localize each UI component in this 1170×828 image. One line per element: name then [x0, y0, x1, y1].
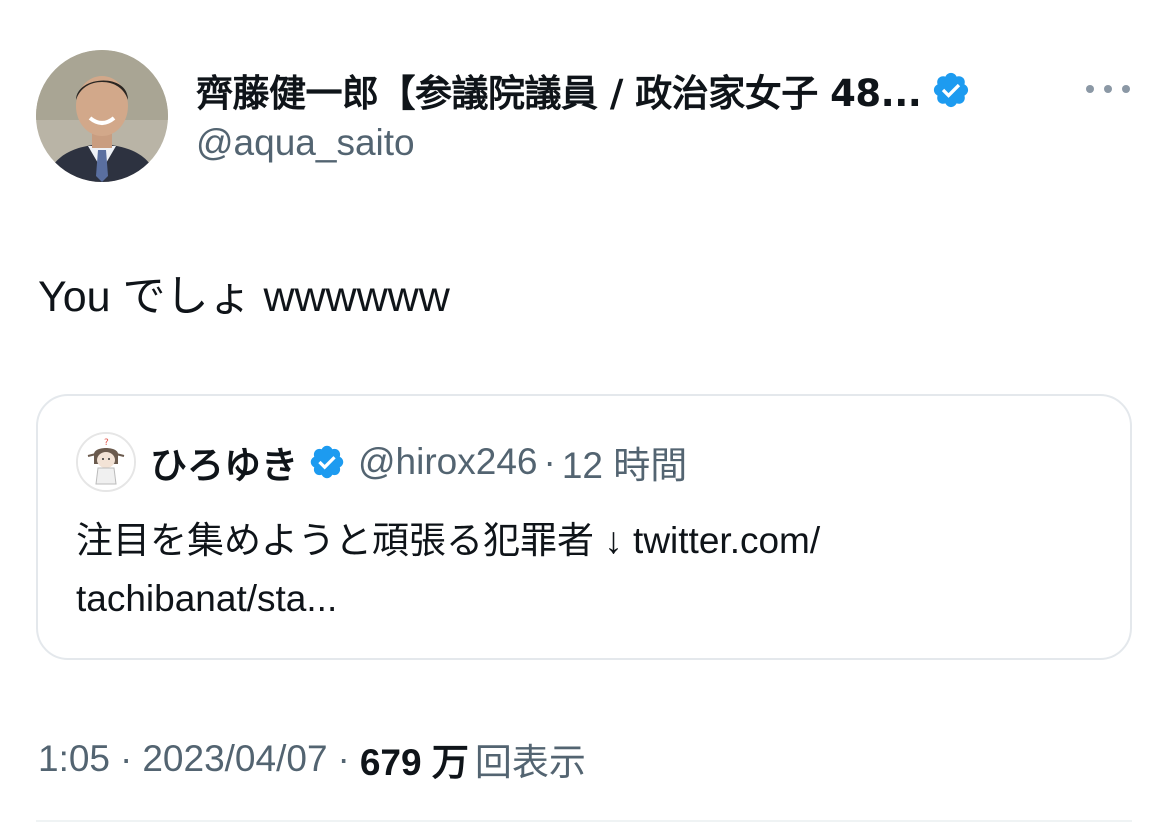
author-avatar[interactable]: [36, 50, 168, 182]
tweet-time[interactable]: 1:05: [38, 738, 110, 780]
quoted-display-name[interactable]: ひろゆき: [150, 435, 298, 489]
quoted-text-line: tachibanat/sta...: [76, 578, 338, 619]
more-dots-icon[interactable]: [1086, 76, 1130, 102]
more-dot: [1122, 85, 1130, 93]
author-display-name[interactable]: 齊藤健一郎【参議院議員 / 政治家女子 48...: [196, 63, 922, 117]
views-count[interactable]: 679 万: [360, 732, 469, 786]
author-name-row: 齊藤健一郎【参議院議員 / 政治家女子 48...: [196, 63, 971, 117]
tweet-date[interactable]: 2023/04/07: [142, 738, 327, 780]
more-dot: [1104, 85, 1112, 93]
svg-text:?: ?: [104, 438, 109, 448]
verified-badge-icon: [308, 443, 346, 481]
meta-separator: ·: [337, 738, 350, 779]
divider: [36, 820, 1132, 822]
quoted-text-line: 注目を集めようと頑張る犯罪者 ↓ twitter.com/: [76, 520, 821, 561]
meta-separator: ·: [120, 738, 133, 779]
quoted-separator: ·: [543, 441, 556, 482]
quoted-timestamp[interactable]: 12 時間: [562, 435, 687, 489]
quoted-author-avatar[interactable]: ?: [76, 432, 136, 492]
quoted-tweet-text: 注目を集めようと頑張る犯罪者 ↓ twitter.com/ tachibanat…: [76, 512, 1076, 628]
author-handle[interactable]: @aqua_saito: [196, 122, 415, 164]
avatar-photo: [36, 50, 168, 182]
quoted-tweet-card[interactable]: ? ひろゆき @hirox246 · 12 時間 注目を集めようと頑張る犯罪者 …: [36, 394, 1132, 660]
quoted-header: ひろゆき @hirox246 · 12 時間: [150, 435, 687, 489]
verified-badge-icon: [931, 70, 971, 110]
quoted-avatar-illustration: ?: [78, 434, 134, 490]
quoted-handle[interactable]: @hirox246: [358, 441, 538, 483]
more-dot: [1086, 85, 1094, 93]
views-label: 回表示: [474, 742, 586, 783]
tweet-text: You でしょ wwwwww: [38, 273, 450, 321]
tweet-meta: 1:05 · 2023/04/07 · 679 万 回表示: [38, 734, 586, 784]
